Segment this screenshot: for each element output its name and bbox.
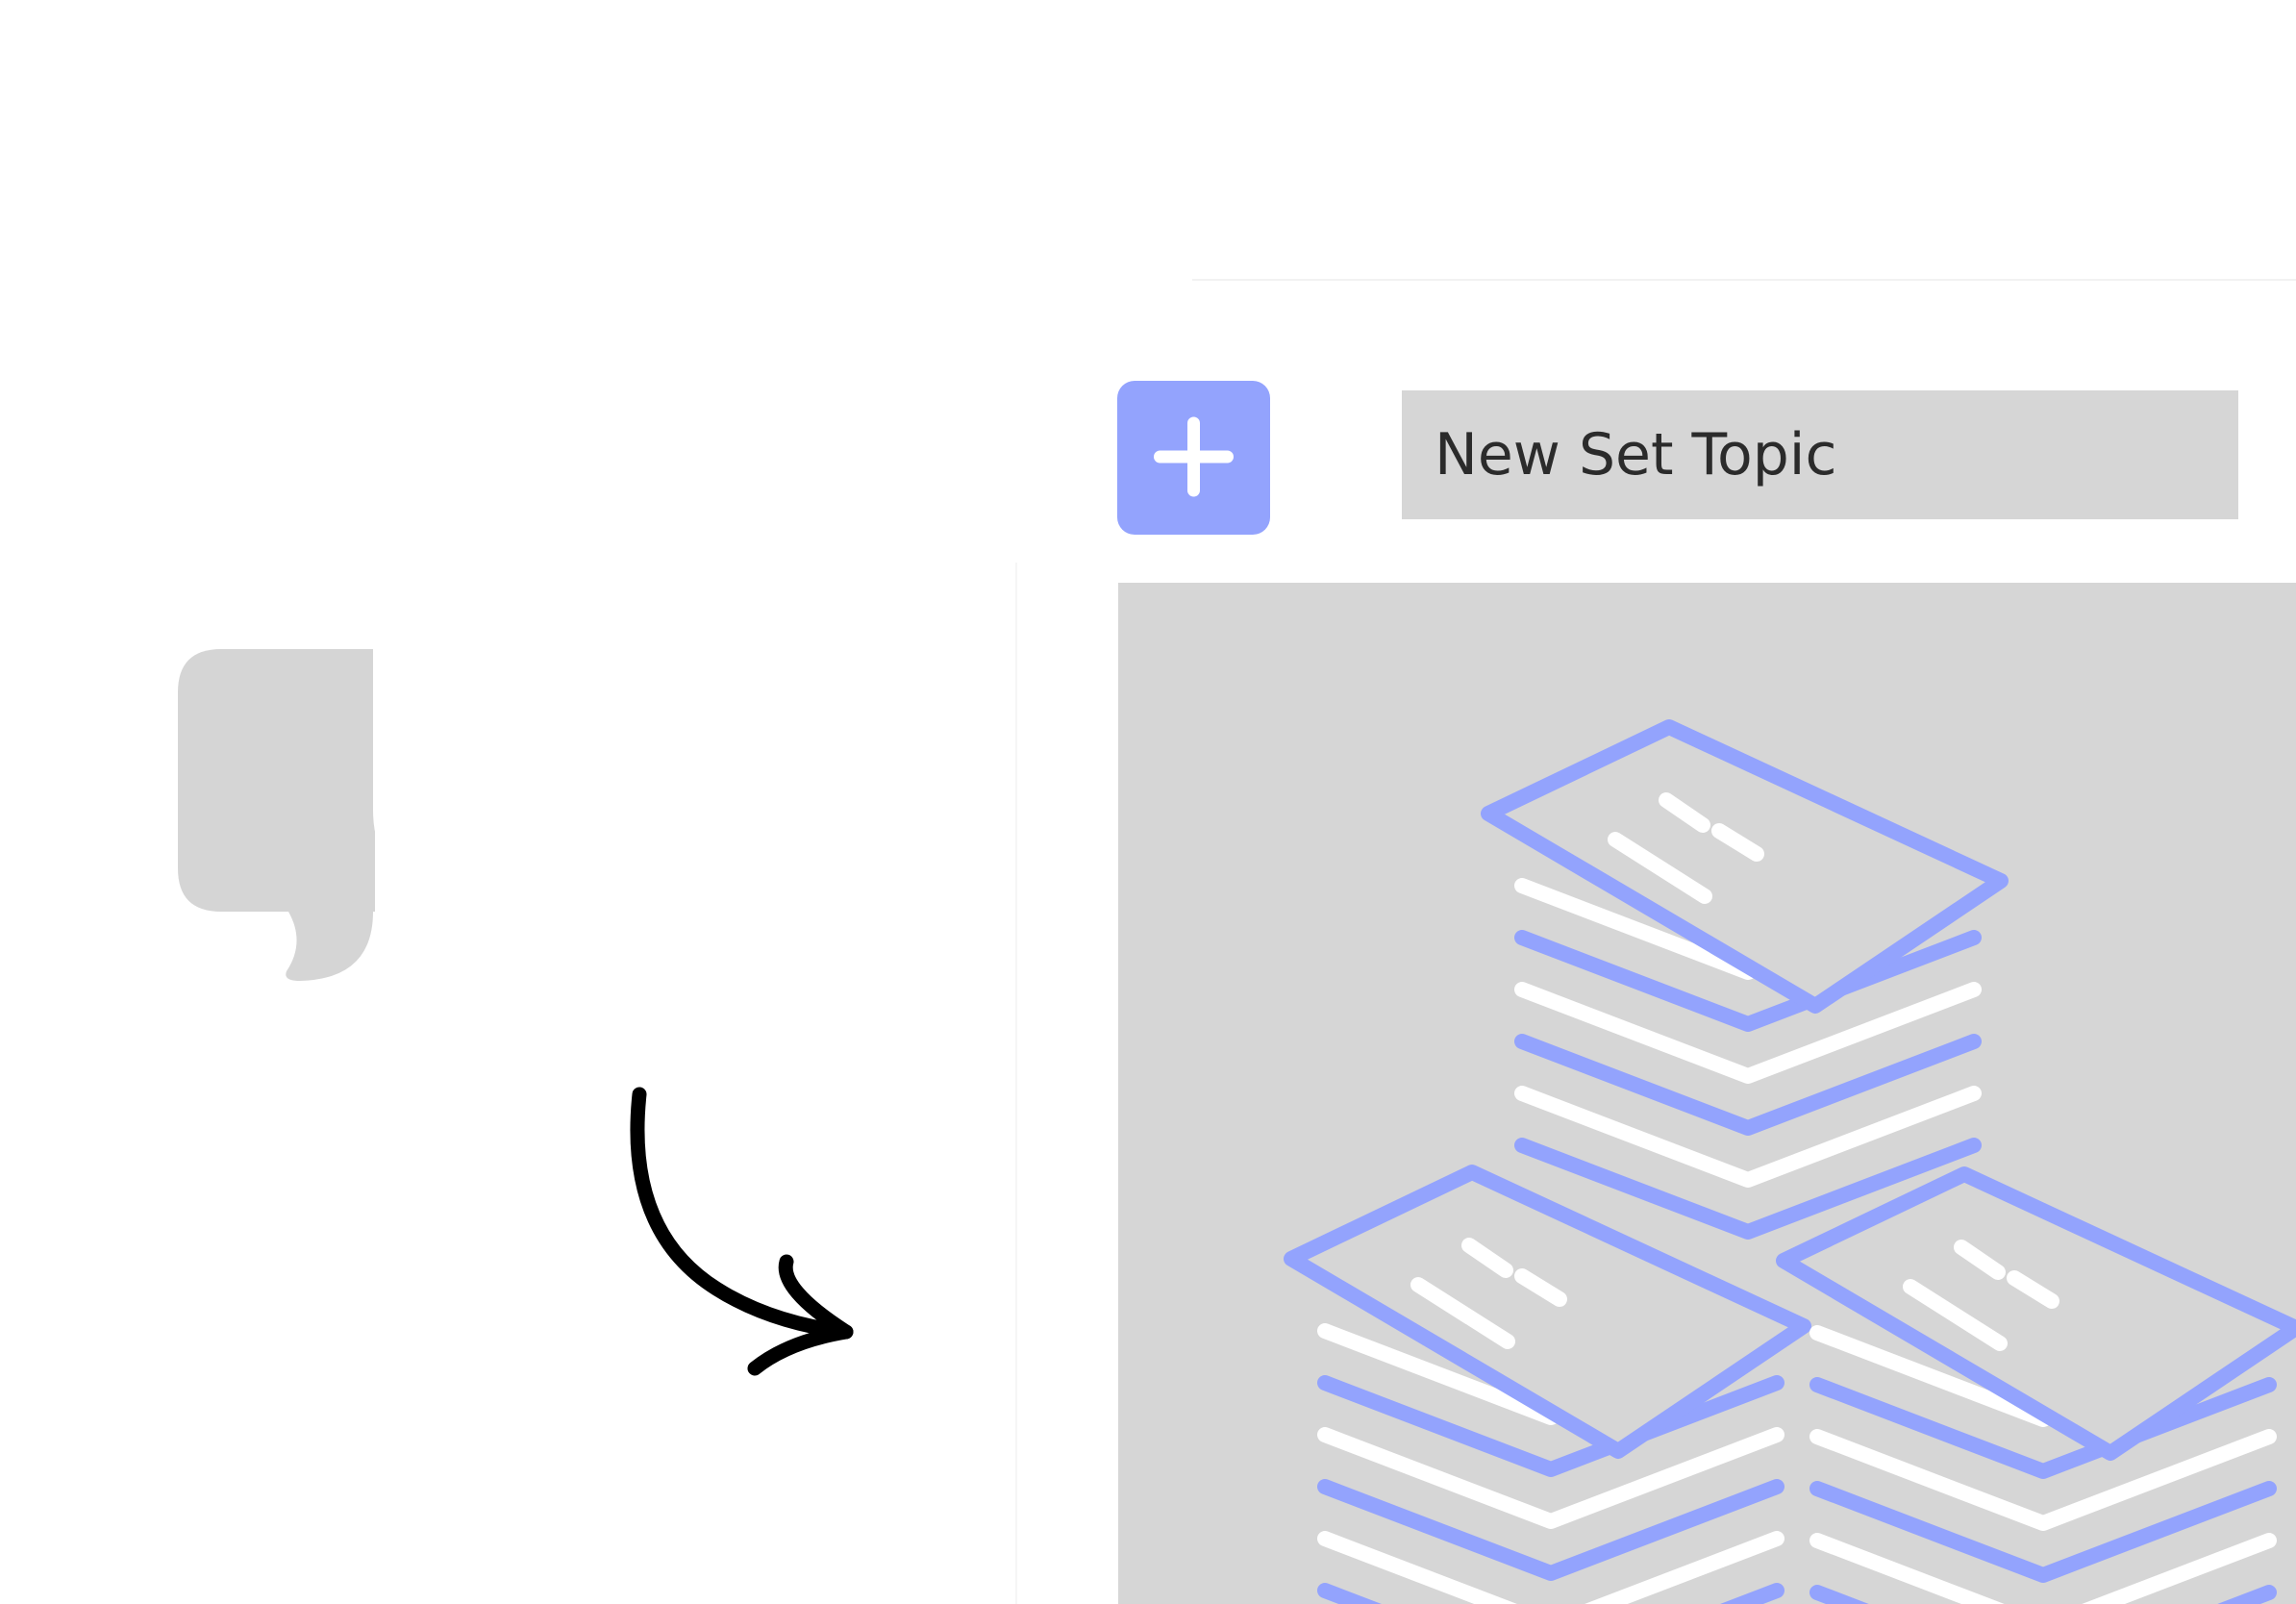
card-stacks-image — [1118, 583, 2296, 1604]
plus-icon — [1117, 381, 1270, 535]
card-stacks-illustration — [1118, 583, 2296, 1604]
chat-bubble-icon — [178, 649, 543, 986]
header-divider — [1192, 279, 2296, 281]
panel-divider — [1015, 563, 1017, 1604]
curved-arrow-icon — [615, 1087, 865, 1385]
set-topic-input[interactable] — [1402, 390, 2238, 519]
add-set-button[interactable] — [1117, 381, 1270, 535]
